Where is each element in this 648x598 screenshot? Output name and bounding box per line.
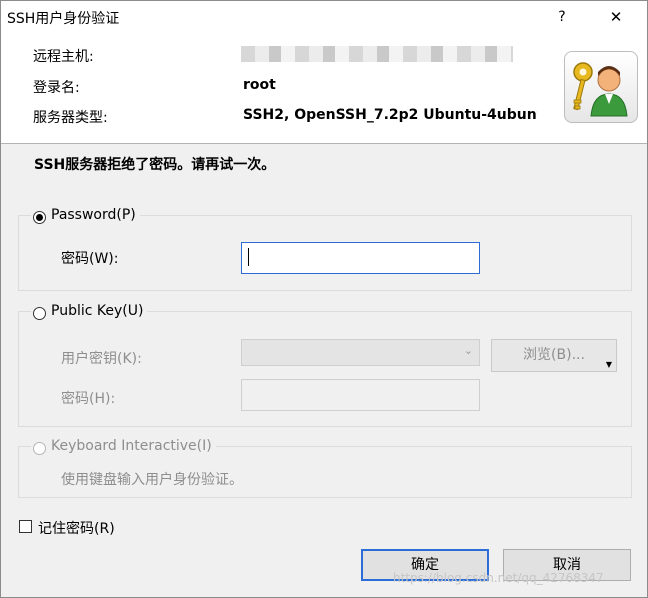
- remote-host-value-blurred: [241, 46, 513, 62]
- passphrase-input[interactable]: [241, 379, 480, 411]
- close-button[interactable]: ✕: [603, 5, 629, 29]
- title-bar: SSH用户身份验证 ? ✕: [1, 1, 647, 35]
- user-with-key-icon: [564, 51, 638, 123]
- keyboard-interactive-radio[interactable]: [33, 442, 46, 455]
- public-key-option-label: Public Key(U): [51, 303, 144, 319]
- keyboard-interactive-option-label: Keyboard Interactive(I): [51, 438, 212, 454]
- password-group: Password(P) 密码(W):: [18, 207, 632, 291]
- remember-password-label: 记住密码(R): [38, 521, 115, 537]
- passphrase-label: 密码(H):: [61, 391, 116, 407]
- keyboard-interactive-option[interactable]: Keyboard Interactive(I): [31, 438, 216, 455]
- window-title: SSH用户身份验证: [7, 11, 120, 27]
- user-key-select[interactable]: ⌄: [241, 339, 480, 366]
- login-name-label: 登录名:: [33, 80, 80, 96]
- password-input[interactable]: [241, 242, 480, 274]
- browse-button-label: 浏览(B)...: [523, 347, 585, 363]
- dropdown-arrow-icon: ▼: [605, 360, 612, 369]
- remote-host-label: 远程主机:: [33, 49, 94, 65]
- server-type-label: 服务器类型:: [33, 110, 108, 126]
- user-key-label: 用户密钥(K):: [61, 351, 142, 367]
- login-name-value: root: [243, 77, 276, 93]
- password-radio[interactable]: [33, 211, 46, 224]
- password-option-label: Password(P): [51, 207, 136, 223]
- watermark: https://blog.csdn.net/qq_42768347: [393, 571, 604, 585]
- remember-password-checkbox[interactable]: [19, 520, 32, 533]
- keyboard-interactive-description: 使用键盘输入用户身份验证。: [61, 472, 243, 488]
- ssh-auth-dialog: SSH用户身份验证 ? ✕ 远程主机: 登录名: root 服务器类型: SSH…: [0, 0, 648, 598]
- text-caret: [248, 248, 249, 266]
- password-option[interactable]: Password(P): [31, 207, 140, 224]
- server-type-value: SSH2, OpenSSH_7.2p2 Ubuntu-4ubuntu: [243, 107, 537, 123]
- connection-info-panel: 远程主机: 登录名: root 服务器类型: SSH2, OpenSSH_7.2…: [1, 35, 647, 144]
- chevron-down-icon: ⌄: [463, 344, 473, 357]
- keyboard-interactive-group: Keyboard Interactive(I) 使用键盘输入用户身份验证。: [18, 438, 632, 498]
- public-key-group: Public Key(U) 用户密钥(K): ⌄ 浏览(B)... ▼ 密码(H…: [18, 303, 632, 427]
- remember-password-option[interactable]: 记住密码(R): [18, 518, 158, 538]
- public-key-option[interactable]: Public Key(U): [31, 303, 148, 320]
- public-key-radio[interactable]: [33, 307, 46, 320]
- password-field-label: 密码(W):: [61, 251, 119, 267]
- browse-button[interactable]: 浏览(B)... ▼: [491, 339, 617, 372]
- help-button[interactable]: ?: [550, 5, 574, 29]
- auth-error-message: SSH服务器拒绝了密码。请再试一次。: [34, 157, 276, 173]
